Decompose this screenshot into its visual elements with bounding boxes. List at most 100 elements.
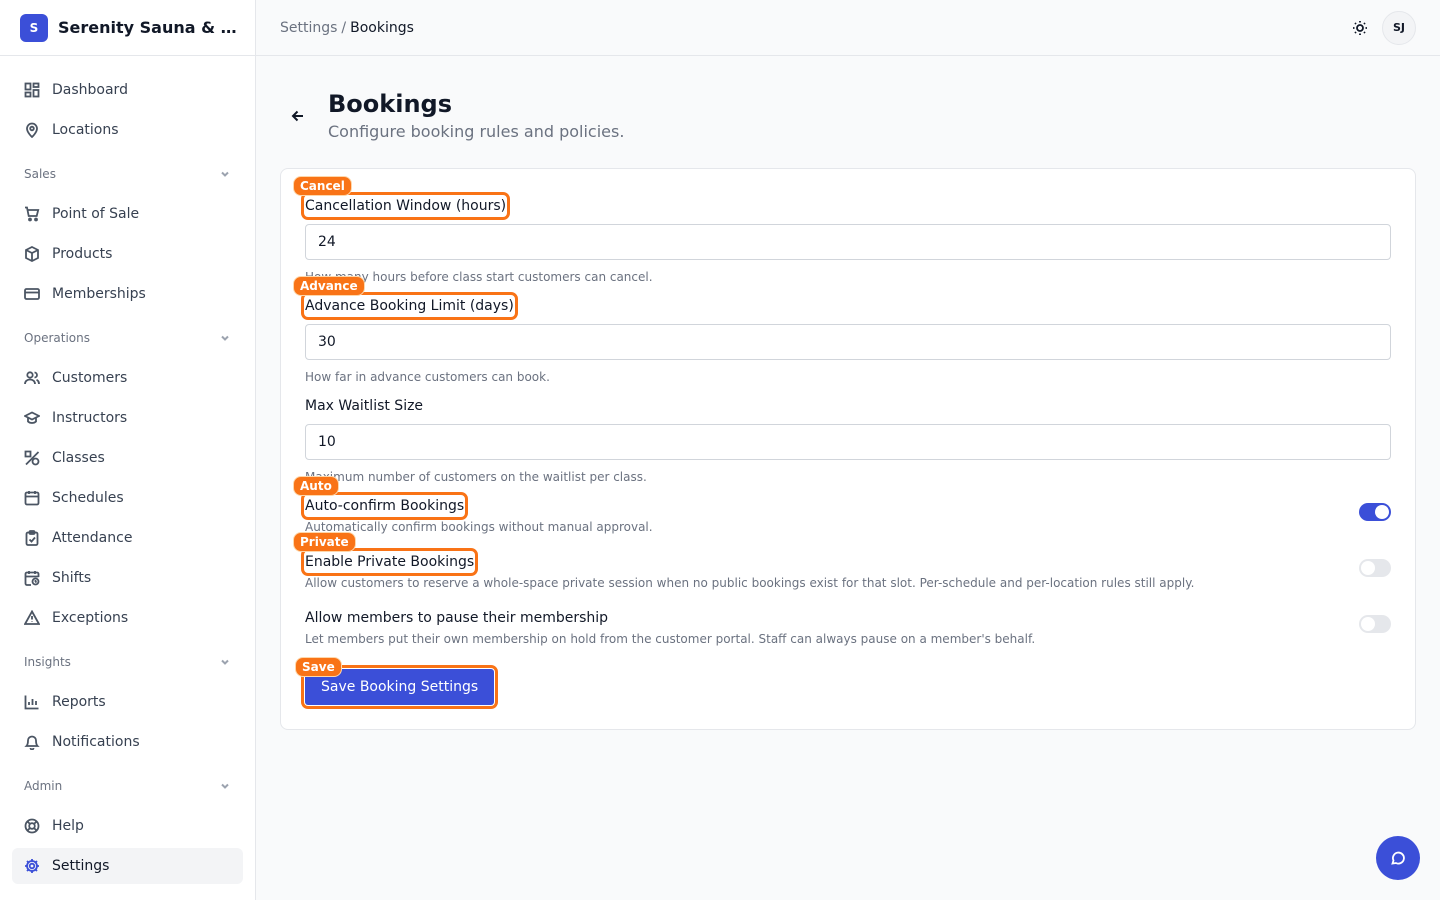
bar-chart-icon xyxy=(24,694,40,710)
label-text: Cancellation Window (hours) xyxy=(305,198,507,214)
section-title: Operations xyxy=(24,331,90,345)
sidebar-item-help[interactable]: Help xyxy=(12,808,243,844)
breadcrumb-settings-link[interactable]: Settings xyxy=(280,20,337,36)
pause-membership-label: Allow members to pause their membership xyxy=(305,610,609,626)
sidebar-item-attendance[interactable]: Attendance xyxy=(12,520,243,556)
breadcrumb: Settings / Bookings xyxy=(280,20,414,36)
section-title: Sales xyxy=(24,167,56,181)
cancellation-window-help: How many hours before class start custom… xyxy=(305,270,653,284)
label-text: Auto-confirm Bookings xyxy=(305,498,465,514)
sidebar-item-label: Instructors xyxy=(52,410,128,426)
cart-icon xyxy=(24,206,40,222)
calendar-icon xyxy=(24,490,40,506)
max-waitlist-field: Max Waitlist Size 10 Maximum number of c… xyxy=(305,395,1391,484)
chevron-down-icon xyxy=(221,783,229,789)
gear-icon xyxy=(24,858,40,874)
sidebar-item-label: Customers xyxy=(52,370,128,386)
private-bookings-description: Allow customers to reserve a whole-space… xyxy=(305,576,1195,590)
sun-icon xyxy=(1353,20,1367,35)
sidebar-item-memberships[interactable]: Memberships xyxy=(12,276,243,312)
sidebar-item-label: Settings xyxy=(52,858,110,874)
toggle-knob xyxy=(1361,617,1375,631)
max-waitlist-help: Maximum number of customers on the waitl… xyxy=(305,470,647,484)
chat-button[interactable] xyxy=(1376,836,1420,880)
sidebar-item-label: Reports xyxy=(52,694,106,710)
max-waitlist-input[interactable]: 10 xyxy=(305,424,1391,460)
chevron-down-icon xyxy=(221,335,229,341)
toggle-knob xyxy=(1375,505,1389,519)
chevron-down-icon xyxy=(221,171,229,177)
map-pin-icon xyxy=(24,122,40,138)
sidebar-item-schedules[interactable]: Schedules xyxy=(12,480,243,516)
bell-icon xyxy=(24,734,40,750)
section-title: Insights xyxy=(24,655,71,669)
sidebar-item-label: Exceptions xyxy=(52,610,129,626)
chevron-down-icon xyxy=(221,659,229,665)
breadcrumb-separator: / xyxy=(341,19,347,36)
theme-toggle-button[interactable] xyxy=(1344,12,1376,44)
box-icon xyxy=(24,246,40,262)
sidebar-item-classes[interactable]: Classes xyxy=(12,440,243,476)
arrow-left-icon xyxy=(291,110,303,122)
warning-icon xyxy=(24,610,40,626)
brand-header[interactable]: S Serenity Sauna & Spa xyxy=(0,0,255,56)
pause-membership-row: Allow members to pause their membership … xyxy=(305,607,1391,646)
sidebar-nav: Dashboard Locations Sales Point of Sale … xyxy=(0,56,255,884)
section-admin[interactable]: Admin xyxy=(12,768,243,804)
topbar: Settings / Bookings SJ xyxy=(256,0,1440,56)
sidebar-item-settings[interactable]: Settings xyxy=(12,848,243,884)
sidebar-item-shifts[interactable]: Shifts xyxy=(12,560,243,596)
annotation-tag: Save xyxy=(295,657,342,677)
sidebar-item-label: Classes xyxy=(52,450,105,466)
sidebar-item-notifications[interactable]: Notifications xyxy=(12,724,243,760)
advance-booking-label: Advance Advance Booking Limit (days) xyxy=(293,276,518,320)
dashboard-icon xyxy=(24,82,40,98)
annotation-tag: Private xyxy=(293,532,356,552)
advance-booking-help: How far in advance customers can book. xyxy=(305,370,550,384)
sidebar-item-label: Notifications xyxy=(52,734,140,750)
auto-confirm-toggle[interactable] xyxy=(1359,503,1391,521)
section-insights[interactable]: Insights xyxy=(12,644,243,680)
credit-card-icon xyxy=(24,286,40,302)
auto-confirm-label: Auto Auto-confirm Bookings xyxy=(293,476,469,520)
advance-booking-field: Advance Advance Booking Limit (days) 30 … xyxy=(293,276,1391,384)
sidebar-item-exceptions[interactable]: Exceptions xyxy=(12,600,243,636)
sidebar-item-instructors[interactable]: Instructors xyxy=(12,400,243,436)
back-button[interactable] xyxy=(280,98,316,134)
sidebar-item-label: Dashboard xyxy=(52,82,128,98)
cancellation-window-label: Cancel Cancellation Window (hours) xyxy=(293,176,511,220)
section-operations[interactable]: Operations xyxy=(12,320,243,356)
section-title: Admin xyxy=(24,779,63,793)
label-text: Enable Private Bookings xyxy=(305,554,475,570)
sidebar: S Serenity Sauna & Spa Dashboard Locatio… xyxy=(0,0,256,900)
pause-membership-toggle[interactable] xyxy=(1359,615,1391,633)
sidebar-item-point-of-sale[interactable]: Point of Sale xyxy=(12,196,243,232)
page-title: Bookings xyxy=(328,90,453,118)
life-buoy-icon xyxy=(24,818,40,834)
private-bookings-toggle[interactable] xyxy=(1359,559,1391,577)
sidebar-item-label: Attendance xyxy=(52,530,133,546)
sidebar-item-customers[interactable]: Customers xyxy=(12,360,243,396)
sidebar-item-locations[interactable]: Locations xyxy=(12,112,243,148)
avatar[interactable]: SJ xyxy=(1382,10,1416,45)
sidebar-item-label: Locations xyxy=(52,122,119,138)
sidebar-item-label: Products xyxy=(52,246,113,262)
save-button-wrapper: Save Save Booking Settings xyxy=(295,657,499,709)
annotation-tag: Advance xyxy=(293,276,365,296)
advance-booking-input[interactable]: 30 xyxy=(305,324,1391,360)
sidebar-item-reports[interactable]: Reports xyxy=(12,684,243,720)
section-sales[interactable]: Sales xyxy=(12,156,243,192)
users-icon xyxy=(24,370,40,386)
auto-confirm-row: Auto Auto-confirm Bookings Automatically… xyxy=(293,476,1391,534)
private-bookings-label: Private Enable Private Bookings xyxy=(293,532,479,576)
sidebar-item-products[interactable]: Products xyxy=(12,236,243,272)
cancellation-window-field: Cancel Cancellation Window (hours) 24 Ho… xyxy=(293,176,1391,284)
sidebar-item-label: Memberships xyxy=(52,286,146,302)
shapes-icon xyxy=(24,450,40,466)
sidebar-item-label: Schedules xyxy=(52,490,124,506)
topbar-actions: SJ xyxy=(1344,10,1416,45)
cancellation-window-input[interactable]: 24 xyxy=(305,224,1391,260)
sidebar-item-dashboard[interactable]: Dashboard xyxy=(12,72,243,108)
toggle-knob xyxy=(1361,561,1375,575)
annotation-tag: Auto xyxy=(293,476,339,496)
